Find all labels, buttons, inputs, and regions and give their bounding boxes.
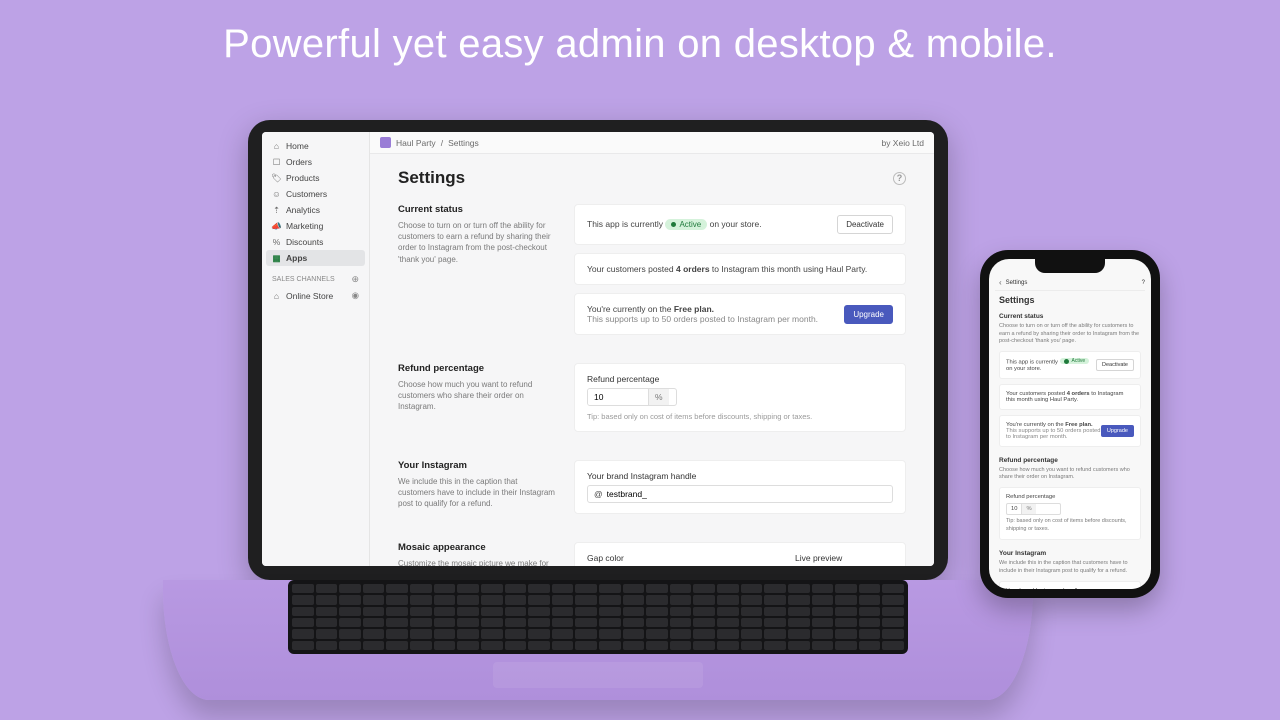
byline: by Xeio Ltd: [881, 138, 924, 148]
orders-posted-card: Your customers posted 4 orders to Instag…: [574, 253, 906, 285]
section-current-status: Current status Choose to turn on or turn…: [398, 204, 906, 343]
admin-app-mobile: ‹ Settings ? Settings Current status Cho…: [989, 259, 1151, 589]
section-title: Your Instagram: [999, 550, 1141, 557]
section-desc: Choose to turn on or turn off the abilit…: [398, 220, 556, 265]
status-badge: Active: [665, 219, 707, 230]
help-icon[interactable]: ?: [1142, 280, 1145, 286]
sidebar-item-analytics[interactable]: ⇡Analytics: [266, 202, 365, 218]
sidebar: ⌂Home ☐Orders 🏷Products ☺Customers ⇡Anal…: [262, 132, 370, 566]
section-title: Current status: [999, 313, 1141, 320]
section-title: Mosaic appearance: [398, 542, 556, 553]
refund-percentage-input[interactable]: 10%: [1006, 503, 1061, 515]
phone-notch: [1035, 259, 1105, 273]
refund-field-label: Refund percentage: [587, 374, 893, 384]
instagram-field-label: Your brand Instagram handle: [1006, 588, 1081, 589]
instagram-handle-field[interactable]: [607, 489, 886, 499]
breadcrumb: Haul Party / Settings by Xeio Ltd: [370, 132, 934, 154]
sidebar-item-orders[interactable]: ☐Orders: [266, 154, 365, 170]
breadcrumb-app[interactable]: Haul Party: [396, 138, 436, 148]
sidebar-item-discounts[interactable]: %Discounts: [266, 234, 365, 250]
mobile-top-bar: ‹ Settings ?: [995, 277, 1145, 291]
section-desc: Choose how much you want to refund custo…: [398, 379, 556, 413]
live-preview-label: Live preview: [795, 553, 893, 563]
instagram-field-label: Your brand Instagram handle: [587, 471, 893, 481]
percent-unit: %: [648, 389, 669, 405]
admin-app-desktop: ⌂Home ☐Orders 🏷Products ☺Customers ⇡Anal…: [262, 132, 934, 566]
mobile-breadcrumb: Settings: [1006, 280, 1028, 286]
apps-icon: ▦: [272, 254, 281, 263]
refund-value[interactable]: [588, 389, 648, 405]
eye-icon[interactable]: ◉: [352, 290, 359, 301]
section-desc: Choose to turn on or turn off the abilit…: [999, 323, 1141, 346]
section-title: Current status: [398, 204, 556, 215]
home-icon: ⌂: [272, 142, 281, 151]
sidebar-item-apps[interactable]: ▦Apps: [266, 250, 365, 266]
refund-percentage-input[interactable]: %: [587, 388, 677, 406]
customers-icon: ☺: [272, 190, 281, 199]
at-prefix: @: [594, 489, 603, 499]
breadcrumb-page: Settings: [448, 138, 479, 148]
status-badge: Active: [1060, 358, 1090, 364]
page-title: Settings: [398, 168, 465, 188]
deactivate-button[interactable]: Deactivate: [837, 215, 893, 234]
page-title: Settings: [999, 295, 1141, 305]
upgrade-button[interactable]: Upgrade: [844, 305, 893, 324]
orders-icon: ☐: [272, 158, 281, 167]
sidebar-item-home[interactable]: ⌂Home: [266, 138, 365, 154]
status-line: This app is currently Active on your sto…: [587, 219, 762, 230]
sidebar-item-marketing[interactable]: 📣Marketing: [266, 218, 365, 234]
deactivate-button[interactable]: Deactivate: [1096, 359, 1134, 371]
section-title: Your Instagram: [398, 460, 556, 471]
orders-posted-card: Your customers posted 4 orders to Instag…: [999, 384, 1141, 410]
app-logo-chip: [380, 137, 391, 148]
marketing-icon: 📣: [272, 222, 281, 231]
sidebar-section-sales-channels: SALES CHANNELS ⊕: [266, 266, 365, 287]
section-title: Refund percentage: [398, 363, 556, 374]
section-refund-percentage: Refund percentage Choose how much you wa…: [398, 363, 906, 440]
add-channel-icon[interactable]: ⊕: [351, 274, 359, 285]
keyboard: [288, 580, 908, 654]
instagram-handle-input[interactable]: @: [587, 485, 893, 503]
section-desc: Customize the mosaic picture we make for…: [398, 558, 556, 566]
section-desc: Choose how much you want to refund custo…: [999, 467, 1141, 482]
laptop-mockup: ⌂Home ☐Orders 🏷Products ☺Customers ⇡Anal…: [248, 120, 948, 700]
trackpad: [493, 662, 703, 688]
store-icon: ⌂: [272, 291, 281, 300]
section-title: Refund percentage: [999, 457, 1141, 464]
upgrade-button[interactable]: Upgrade: [1101, 425, 1134, 437]
back-icon[interactable]: ‹: [999, 278, 1002, 287]
sidebar-channel-online-store[interactable]: ⌂ Online Store ◉: [266, 287, 365, 304]
refund-field-label: Refund percentage: [1006, 494, 1055, 500]
section-desc: We include this in the caption that cust…: [999, 560, 1141, 575]
discounts-icon: %: [272, 238, 281, 247]
plan-line: You're currently on the Free plan. This …: [587, 304, 818, 324]
section-mosaic-appearance: Mosaic appearance Customize the mosaic p…: [398, 542, 906, 566]
refund-tip: Tip: based only on cost of items before …: [587, 412, 893, 421]
analytics-icon: ⇡: [272, 206, 281, 215]
marketing-headline: Powerful yet easy admin on desktop & mob…: [0, 22, 1280, 67]
section-desc: We include this in the caption that cust…: [398, 476, 556, 510]
products-icon: 🏷: [272, 174, 281, 183]
phone-mockup: ‹ Settings ? Settings Current status Cho…: [980, 250, 1160, 598]
sidebar-item-customers[interactable]: ☺Customers: [266, 186, 365, 202]
gap-color-label: Gap color: [587, 553, 775, 563]
sidebar-item-products[interactable]: 🏷Products: [266, 170, 365, 186]
section-your-instagram: Your Instagram We include this in the ca…: [398, 460, 906, 522]
refund-tip: Tip: based only on cost of items before …: [1006, 518, 1134, 533]
help-icon[interactable]: ?: [893, 172, 906, 185]
